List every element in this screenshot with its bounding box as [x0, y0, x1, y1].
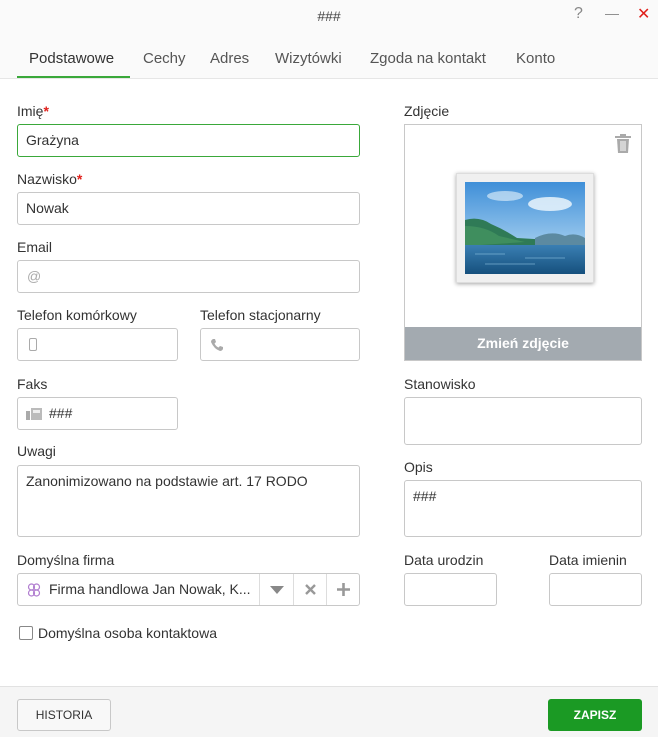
birth-date-label: Data urodzin: [404, 552, 484, 568]
position-label: Stanowisko: [404, 376, 476, 392]
change-photo-button[interactable]: Zmień zdjęcie: [405, 327, 641, 360]
email-label: Email: [17, 239, 53, 255]
company-icon: [27, 583, 41, 597]
plus-icon: [337, 583, 350, 596]
birth-date-field[interactable]: [404, 573, 497, 606]
notes-textarea[interactable]: Zanonimizowano na podstawie art. 17 RODO: [17, 465, 360, 537]
default-contact-label: Domyślna osoba kontaktowa: [38, 625, 217, 641]
notes-value: Zanonimizowano na podstawie art. 17 RODO: [26, 473, 308, 489]
minimize-button[interactable]: —: [605, 5, 619, 21]
last-name-label: Nazwisko*: [17, 171, 83, 187]
fax-field[interactable]: ###: [17, 397, 178, 430]
default-company-select[interactable]: Firma handlowa Jan Nowak, K...: [17, 573, 360, 606]
first-name-field[interactable]: Grażyna: [17, 124, 360, 157]
landline-field[interactable]: [200, 328, 360, 361]
tab-podstawowe[interactable]: Podstawowe: [29, 50, 114, 67]
mobile-phone-icon: [29, 338, 37, 351]
tab-konto[interactable]: Konto: [516, 50, 555, 67]
active-tab-indicator: [17, 76, 130, 78]
trash-icon[interactable]: [614, 134, 632, 153]
fax-label: Faks: [17, 376, 48, 392]
description-value: ###: [413, 488, 437, 504]
company-clear-button[interactable]: [293, 574, 327, 605]
notes-label: Uwagi: [17, 443, 56, 459]
default-contact-checkbox[interactable]: [19, 626, 33, 640]
default-company-label: Domyślna firma: [17, 552, 115, 568]
title-bar: ### ? — ✕: [0, 0, 658, 36]
first-name-value: Grażyna: [26, 132, 79, 148]
last-name-field[interactable]: Nowak: [17, 192, 360, 225]
tab-zgoda-na-kontakt[interactable]: Zgoda na kontakt: [370, 50, 486, 67]
email-field[interactable]: @: [17, 260, 360, 293]
mobile-phone-label: Telefon komórkowy: [17, 307, 137, 323]
fax-icon: [26, 408, 42, 420]
description-textarea[interactable]: ###: [404, 480, 642, 537]
tab-wizytowki[interactable]: Wizytówki: [275, 50, 342, 67]
at-icon: @: [27, 268, 42, 284]
phone-icon: [211, 339, 223, 351]
photo-label: Zdjęcie: [404, 103, 450, 119]
clear-icon: [305, 584, 316, 595]
chevron-down-icon: [270, 586, 284, 594]
save-button[interactable]: ZAPISZ: [548, 699, 642, 731]
description-label: Opis: [404, 459, 433, 475]
photo-panel: Zmień zdjęcie: [404, 124, 642, 361]
tab-bar: Podstawowe Cechy Adres Wizytówki Zgoda n…: [0, 36, 658, 79]
fax-value: ###: [49, 405, 73, 421]
default-company-value: Firma handlowa Jan Nowak, K...: [49, 581, 251, 597]
first-name-label: Imię*: [17, 103, 49, 119]
name-day-label: Data imienin: [549, 552, 627, 568]
mobile-phone-field[interactable]: [17, 328, 178, 361]
last-name-value: Nowak: [26, 200, 69, 216]
company-dropdown-button[interactable]: [259, 574, 294, 605]
landscape-icon: [465, 182, 585, 274]
history-button[interactable]: HISTORIA: [17, 699, 111, 731]
help-button[interactable]: ?: [574, 5, 583, 23]
required-marker: *: [43, 103, 49, 119]
position-field[interactable]: [404, 397, 642, 445]
window-title: ###: [317, 8, 341, 24]
photo-placeholder-image: [456, 173, 594, 283]
tab-adres[interactable]: Adres: [210, 50, 249, 67]
required-marker: *: [76, 171, 83, 187]
landline-label: Telefon stacjonarny: [200, 307, 321, 323]
dialog-footer: HISTORIA ZAPISZ: [0, 686, 658, 737]
close-button[interactable]: ✕: [637, 4, 650, 24]
company-add-button[interactable]: [326, 574, 360, 605]
name-day-field[interactable]: [549, 573, 642, 606]
tab-cechy[interactable]: Cechy: [143, 50, 186, 67]
